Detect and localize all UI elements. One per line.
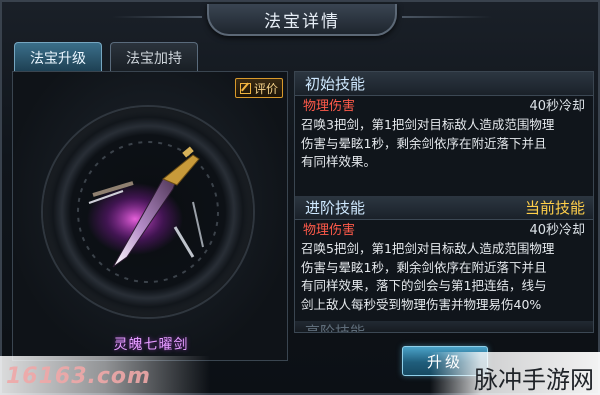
window-frame: 法宝详情 法宝升级 法宝加持 评价 灵魄七曜剑 初始技能 物理伤害 40秒冷却 …	[0, 0, 600, 395]
rate-button[interactable]: 评价	[235, 78, 283, 98]
advanced-skill-type: 物理伤害	[303, 223, 356, 238]
rate-label: 评价	[253, 81, 278, 96]
desc-line: 有同样效果，落下的剑会与第1把连结，线与	[301, 278, 547, 293]
desc-line: 召唤3把剑，第1把剑对目标敌人造成范围物理	[301, 117, 555, 132]
advanced-skill-meta: 物理伤害 40秒冷却	[295, 221, 593, 241]
initial-skill-heading: 初始技能	[295, 72, 593, 96]
initial-skill-description: 召唤3把剑，第1把剑对目标敌人造成范围物理 伤害与晕眩1秒，剩余剑依序在附近落下…	[295, 116, 593, 172]
current-skill-label: 当前技能	[524, 199, 585, 217]
watermark-left-text: 16163.com	[6, 364, 151, 389]
watermark-left: 16163.com	[0, 356, 300, 395]
advanced-skill-description: 召唤5把剑，第1把剑对目标敌人造成范围物理 伤害与晕眩1秒，剩余剑依序在附近落下…	[295, 240, 593, 314]
skill-panel[interactable]: 初始技能 物理伤害 40秒冷却 召唤3把剑，第1把剑对目标敌人造成范围物理 伤害…	[294, 71, 594, 333]
desc-line: 伤害与晕眩1秒，剩余剑依序在附近落下并且	[301, 259, 547, 275]
window-title: 法宝详情	[264, 11, 340, 32]
desc-line: 伤害与晕眩1秒，剩余剑依序在附近落下并且	[301, 135, 547, 151]
advanced-skill-header: 进阶技能 当前技能	[295, 196, 593, 220]
initial-skill-type: 物理伤害	[303, 99, 356, 114]
title-ornament-right	[402, 16, 492, 18]
watermark-right-text: 脉冲手游网	[474, 366, 594, 394]
sword-icon	[77, 141, 219, 283]
title-plate: 法宝详情	[207, 4, 397, 36]
desc-line: 召唤5把剑，第1把剑对目标敌人造成范围物理	[301, 241, 555, 256]
advanced-skill-cooldown: 40秒冷却	[529, 223, 585, 238]
initial-skill-cooldown: 40秒冷却	[529, 99, 585, 114]
desc-line: 有同样效果。	[301, 154, 377, 169]
next-skill-heading: 高阶技能	[295, 321, 593, 333]
edit-icon	[239, 82, 251, 94]
weapon-emblem	[43, 107, 253, 317]
weapon-name: 灵魄七曜剑	[113, 337, 189, 353]
initial-skill-meta: 物理伤害 40秒冷却	[295, 97, 593, 117]
tab-upgrade[interactable]: 法宝升级	[14, 42, 102, 72]
advanced-skill-heading: 进阶技能	[305, 199, 366, 217]
treasure-display-panel: 评价 灵魄七曜剑	[12, 71, 288, 361]
title-ornament-left	[112, 16, 202, 18]
desc-line: 剑上敌人每秒受到物理伤害并物理易伤40%	[301, 296, 542, 312]
tab-bless[interactable]: 法宝加持	[110, 42, 198, 72]
watermark-right: 脉冲手游网	[430, 352, 600, 395]
